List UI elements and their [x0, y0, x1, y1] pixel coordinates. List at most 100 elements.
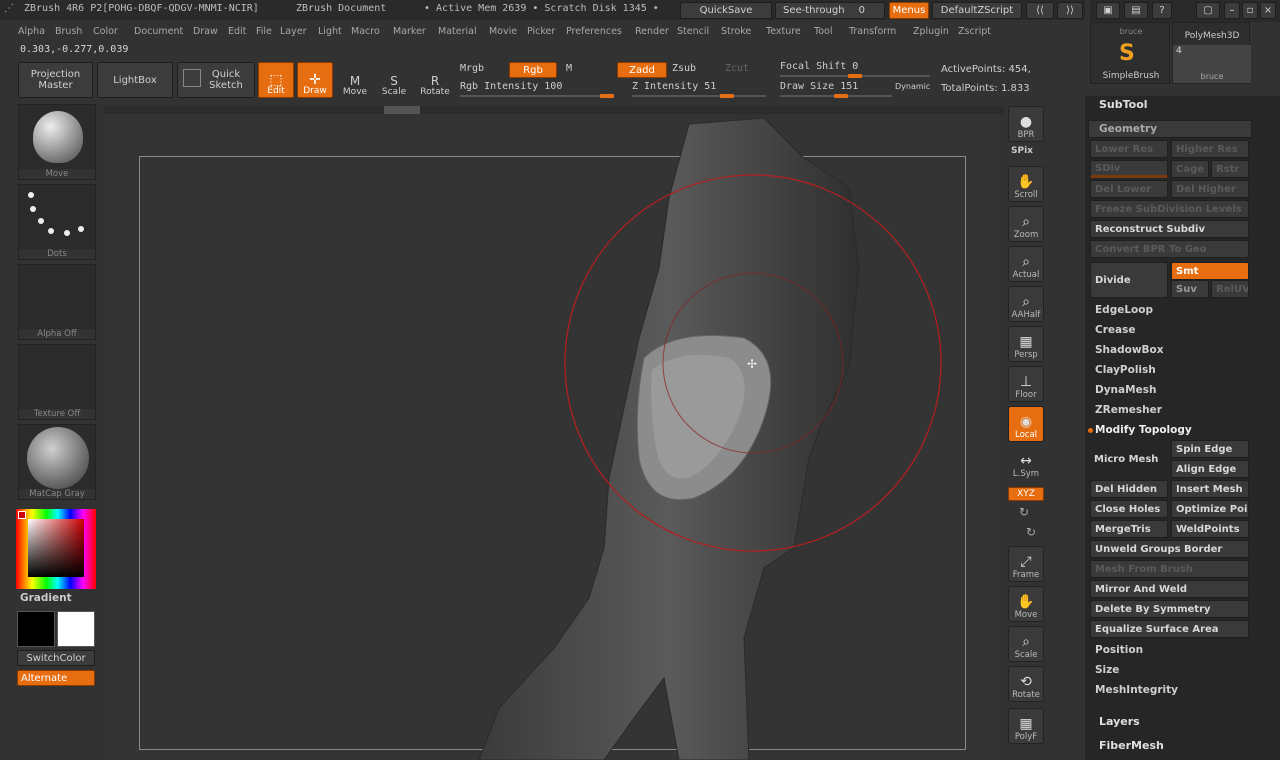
rotate-y-icon[interactable]: ↻ [1019, 505, 1029, 519]
menu-marker[interactable]: Marker [393, 26, 426, 37]
scrollbar-thumb[interactable] [384, 106, 420, 114]
size-section[interactable]: Size [1095, 664, 1119, 676]
divide-button[interactable]: Divide [1090, 262, 1168, 298]
draw-size-track[interactable] [780, 94, 892, 98]
weldpoints-button[interactable]: WeldPoints [1171, 520, 1249, 538]
menu-stroke[interactable]: Stroke [721, 26, 751, 37]
help-icon[interactable]: ? [1152, 2, 1172, 19]
maximize-icon[interactable]: ▫ [1242, 2, 1258, 19]
persp-button[interactable]: ▦ Persp [1008, 326, 1044, 362]
brush-move-thumb[interactable]: Move [18, 104, 96, 180]
rgb-intensity-slider[interactable]: Rgb Intensity 100 [460, 81, 562, 92]
close-icon[interactable]: × [1260, 2, 1276, 19]
focal-shift-slider[interactable]: Focal Shift 0 [780, 61, 858, 72]
menu-movie[interactable]: Movie [489, 26, 517, 37]
local-button[interactable]: ◉ Local [1008, 406, 1044, 442]
menu-transform[interactable]: Transform [849, 26, 896, 37]
suv-toggle[interactable]: Suv [1171, 280, 1209, 298]
menu-brush[interactable]: Brush [55, 26, 82, 37]
optimize-points-button[interactable]: Optimize Poi [1171, 500, 1249, 518]
scroll-left-icon[interactable]: ⟨⟨ [1026, 2, 1054, 19]
menu-edit[interactable]: Edit [228, 26, 246, 37]
zsub-button[interactable]: Zsub [672, 63, 696, 74]
rgb-intensity-track[interactable] [460, 94, 614, 98]
scroll-button[interactable]: ✋ Scroll [1008, 166, 1044, 202]
color-picker[interactable] [16, 509, 96, 589]
lock-icon[interactable]: ▢ [1196, 2, 1220, 19]
draw-button[interactable]: ✛ Draw [297, 62, 333, 98]
meshintegrity-section[interactable]: MeshIntegrity [1095, 684, 1178, 696]
material-thumb[interactable]: MatCap Gray [18, 424, 96, 500]
zremesher-section[interactable]: ZRemesher [1095, 404, 1162, 416]
projection-master-button[interactable]: Projection Master [18, 62, 93, 98]
cage-button[interactable]: Cage [1171, 160, 1209, 178]
lsym-button[interactable]: ↔ L.Sym [1008, 450, 1044, 480]
menu-stencil[interactable]: Stencil [677, 26, 709, 37]
align-edge-button[interactable]: Align Edge [1171, 460, 1249, 478]
claypolish-section[interactable]: ClayPolish [1095, 364, 1156, 376]
mesh-from-brush-button[interactable]: Mesh From Brush [1090, 560, 1249, 578]
see-through-slider[interactable]: See-through 0 [775, 2, 885, 19]
delete-by-symmetry-button[interactable]: Delete By Symmetry [1090, 600, 1249, 618]
reconstruct-subdiv-button[interactable]: Reconstruct Subdiv [1090, 220, 1249, 238]
menu-material[interactable]: Material [438, 26, 477, 37]
aahalf-button[interactable]: ⌕ AAHalf [1008, 286, 1044, 322]
edit-button[interactable]: ⬚ Edit [258, 62, 294, 98]
scale-button[interactable]: S Scale [376, 62, 412, 98]
draw-size-slider[interactable]: Draw Size 151 [780, 81, 858, 92]
texture-thumb[interactable]: Texture Off [18, 344, 96, 420]
xyz-button[interactable]: XYZ [1008, 487, 1044, 501]
rgb-button[interactable]: Rgb [509, 62, 557, 78]
menus-button[interactable]: Menus [889, 2, 929, 19]
tool-polymesh-thumb[interactable]: PolyMesh3D 4 bruce [1172, 22, 1251, 84]
menu-picker[interactable]: Picker [527, 26, 555, 37]
alpha-thumb[interactable]: Alpha Off [18, 264, 96, 340]
menu-preferences[interactable]: Preferences [566, 26, 622, 37]
lower-res-button[interactable]: Lower Res [1090, 140, 1168, 158]
dynamic-toggle[interactable]: Dynamic [895, 82, 930, 91]
z-intensity-track[interactable] [632, 94, 766, 98]
mirror-and-weld-button[interactable]: Mirror And Weld [1090, 580, 1249, 598]
close-holes-button[interactable]: Close Holes [1090, 500, 1168, 518]
edgeloop-section[interactable]: EdgeLoop [1095, 304, 1153, 316]
crease-section[interactable]: Crease [1095, 324, 1135, 336]
menu-macro[interactable]: Macro [351, 26, 380, 37]
stroke-dots-thumb[interactable]: Dots [18, 184, 96, 260]
layout-icon[interactable]: ▤ [1124, 2, 1148, 19]
geometry-header[interactable]: Geometry [1088, 120, 1252, 138]
micro-mesh-button[interactable]: Micro Mesh [1090, 450, 1168, 468]
higher-res-button[interactable]: Higher Res [1171, 140, 1249, 158]
menu-layer[interactable]: Layer [280, 26, 307, 37]
sdiv-slider[interactable]: SDiv [1090, 160, 1168, 178]
del-hidden-button[interactable]: Del Hidden [1090, 480, 1168, 498]
position-section[interactable]: Position [1095, 644, 1143, 656]
color-saturation-square[interactable] [28, 519, 84, 577]
modify-topology-section[interactable]: Modify Topology [1095, 424, 1192, 436]
del-higher-button[interactable]: Del Higher [1171, 180, 1249, 198]
m-button[interactable]: M [566, 63, 572, 74]
layers-header[interactable]: Layers [1099, 715, 1140, 728]
default-zscript-button[interactable]: DefaultZScript [932, 2, 1022, 19]
floor-button[interactable]: ⊥ Floor [1008, 366, 1044, 402]
freeze-subdivision-button[interactable]: Freeze SubDivision Levels [1090, 200, 1249, 218]
spin-edge-button[interactable]: Spin Edge [1171, 440, 1249, 458]
tool-simplebrush-thumb[interactable]: bruce S SimpleBrush [1090, 22, 1170, 84]
switch-color-button[interactable]: SwitchColor [17, 650, 95, 666]
scroll-right-icon[interactable]: ⟩⟩ [1057, 2, 1083, 19]
dynamesh-section[interactable]: DynaMesh [1095, 384, 1156, 396]
dock-icon[interactable]: ▣ [1096, 2, 1120, 19]
z-intensity-slider[interactable]: Z Intensity 51 [632, 81, 716, 92]
subtool-header[interactable]: SubTool [1099, 98, 1148, 111]
secondary-color-swatch[interactable] [57, 611, 95, 647]
menu-alpha[interactable]: Alpha [18, 26, 45, 37]
move-view-button[interactable]: ✋ Move [1008, 586, 1044, 622]
lightbox-button[interactable]: LightBox [97, 62, 173, 98]
del-lower-button[interactable]: Del Lower [1090, 180, 1168, 198]
equalize-surface-button[interactable]: Equalize Surface Area [1090, 620, 1249, 638]
mrgb-button[interactable]: Mrgb [460, 63, 484, 74]
primary-color-swatch[interactable] [17, 611, 55, 647]
zoom-button[interactable]: ⌕ Zoom [1008, 206, 1044, 242]
move-button[interactable]: M Move [337, 62, 373, 98]
minimize-icon[interactable]: – [1224, 2, 1240, 19]
zcut-button[interactable]: Zcut [725, 63, 749, 74]
